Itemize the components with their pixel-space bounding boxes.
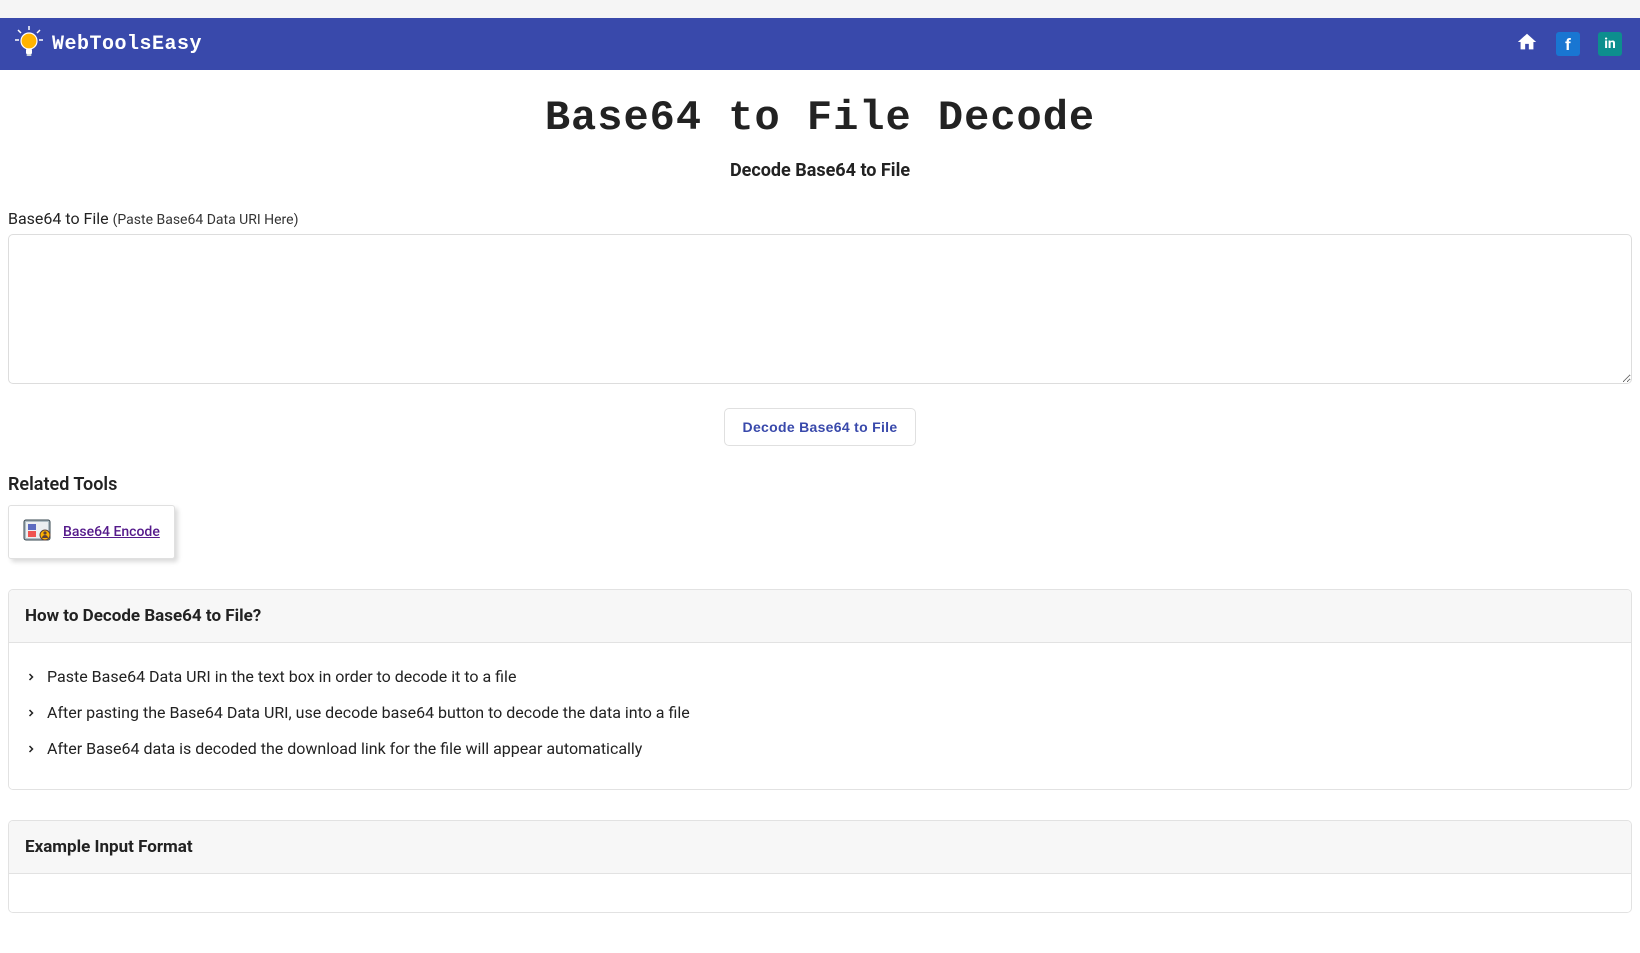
file-image-icon [23, 516, 53, 548]
nav-right: f in [1516, 31, 1622, 57]
page-subtitle: Decode Base64 to File [0, 160, 1640, 181]
howto-step-text: Paste Base64 Data URI in the text box in… [47, 667, 516, 686]
home-icon[interactable] [1516, 31, 1538, 57]
linkedin-link[interactable]: in [1598, 32, 1622, 56]
page-title: Base64 to File Decode [0, 70, 1640, 160]
main-content: Base64 to File Decode Decode Base64 to F… [0, 70, 1640, 953]
related-tool-card[interactable]: Base64 Encode [8, 505, 175, 559]
example-card: Example Input Format [8, 820, 1632, 913]
chevron-right-icon [25, 667, 37, 687]
input-label-row: Base64 to File (Paste Base64 Data URI He… [0, 209, 1640, 228]
howto-step-text: After pasting the Base64 Data URI, use d… [47, 703, 690, 722]
howto-heading: How to Decode Base64 to File? [9, 590, 1631, 643]
base64-input[interactable] [8, 234, 1632, 384]
howto-card: How to Decode Base64 to File? Paste Base… [8, 589, 1632, 790]
howto-step: Paste Base64 Data URI in the text box in… [25, 659, 1615, 695]
input-label: Base64 to File [8, 209, 109, 228]
howto-step-text: After Base64 data is decoded the downloa… [47, 739, 642, 758]
chevron-right-icon [25, 739, 37, 759]
navbar: WebToolsEasy f in [0, 18, 1640, 70]
decode-button[interactable]: Decode Base64 to File [724, 408, 917, 446]
related-tool-link[interactable]: Base64 Encode [63, 524, 160, 540]
howto-step: After Base64 data is decoded the downloa… [25, 731, 1615, 767]
action-row: Decode Base64 to File [0, 384, 1640, 454]
brand-name: WebToolsEasy [52, 33, 202, 56]
related-tools-heading: Related Tools [0, 454, 1640, 505]
example-heading: Example Input Format [9, 821, 1631, 874]
brand[interactable]: WebToolsEasy [14, 25, 202, 63]
input-hint: (Paste Base64 Data URI Here) [113, 212, 299, 228]
page-top-gap [0, 0, 1640, 18]
lightbulb-icon [14, 25, 44, 63]
howto-step: After pasting the Base64 Data URI, use d… [25, 695, 1615, 731]
howto-list: Paste Base64 Data URI in the text box in… [25, 659, 1615, 767]
chevron-right-icon [25, 703, 37, 723]
example-body [9, 874, 1631, 912]
facebook-link[interactable]: f [1556, 32, 1580, 56]
